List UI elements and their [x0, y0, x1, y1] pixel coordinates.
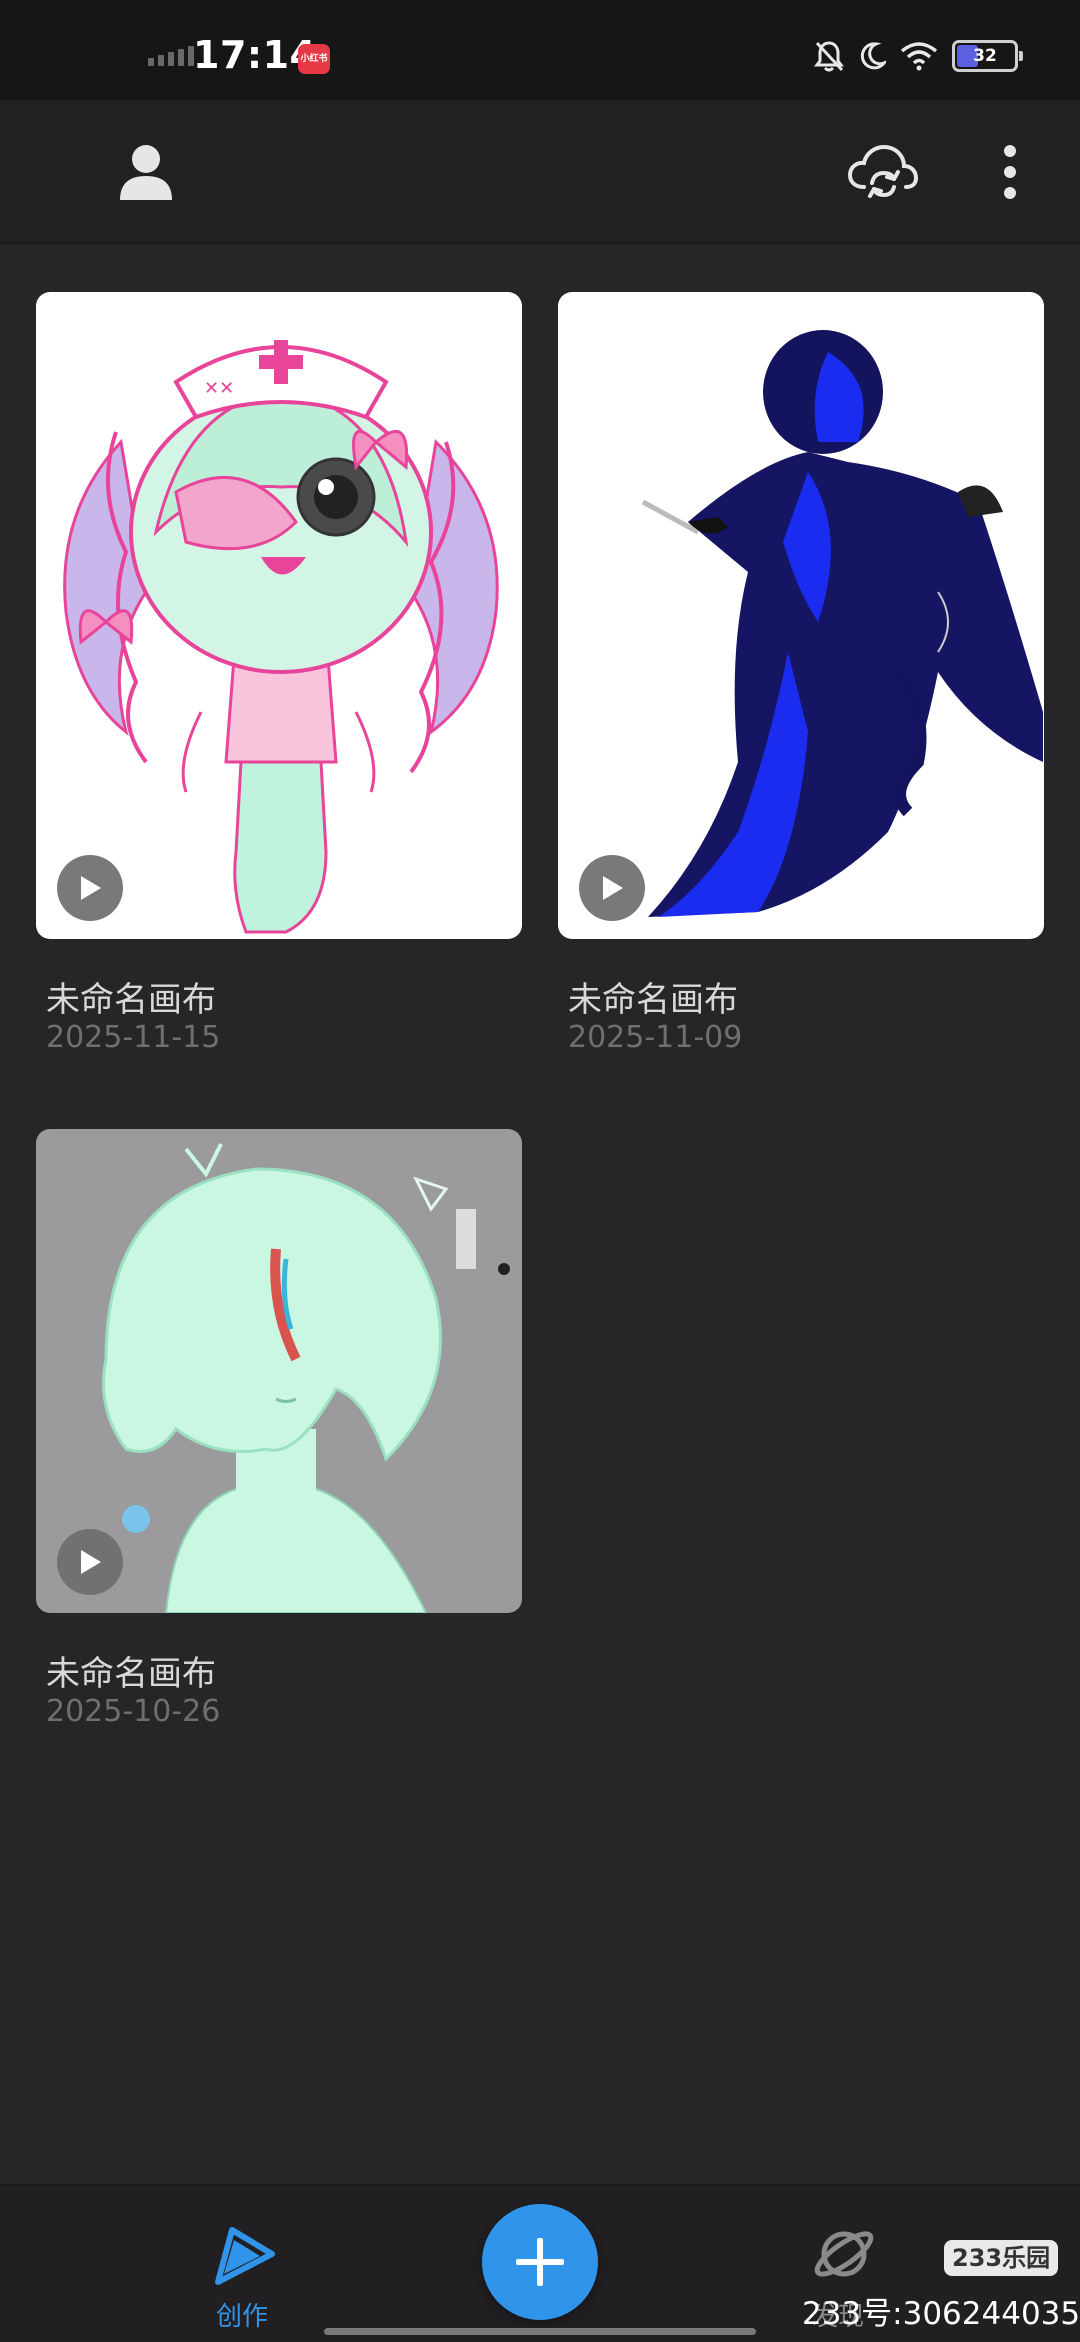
cloud-sync-icon	[847, 144, 919, 198]
signal-icon	[148, 46, 194, 66]
profile-icon	[120, 145, 172, 200]
play-timelapse-button[interactable]	[579, 855, 645, 921]
play-timelapse-button[interactable]	[57, 1529, 123, 1595]
canvas-date: 2025-11-15	[46, 1020, 221, 1055]
moon-icon	[860, 42, 886, 70]
canvas-thumbnail[interactable]: ✕✕	[36, 292, 522, 939]
watermark-logo: 233乐园	[944, 2240, 1059, 2276]
cloud-sync-button[interactable]	[838, 130, 928, 214]
profile-button[interactable]	[104, 130, 188, 214]
home-indicator[interactable]	[324, 2328, 756, 2335]
battery-icon: 32	[952, 40, 1023, 72]
app-notification-badge: 小红书	[298, 44, 330, 74]
play-timelapse-button[interactable]	[57, 855, 123, 921]
canvas-card[interactable]: 未命名画布 2025-11-09	[558, 292, 1044, 1072]
play-icon	[603, 876, 623, 900]
status-bar: 17:14 小红书 32	[0, 0, 1080, 100]
battery-level: 32	[973, 46, 997, 66]
create-brush-icon	[215, 2227, 275, 2285]
play-icon	[81, 876, 101, 900]
new-canvas-button[interactable]	[482, 2204, 598, 2320]
play-icon	[81, 1550, 101, 1574]
app-bar	[0, 100, 1080, 244]
dark-cloak-figure-drawing	[641, 330, 1043, 917]
more-options-button[interactable]	[980, 130, 1040, 214]
canvas-card[interactable]: 未命名画布 2025-10-26	[36, 1129, 522, 1749]
nurse-character-drawing: ✕✕	[63, 340, 499, 934]
watermark-text: 233号:306244035	[802, 2296, 1080, 2332]
plus-icon	[516, 2238, 564, 2286]
canvas-title: 未命名画布	[568, 980, 738, 1020]
nav-tab-create[interactable]: 创作	[190, 2196, 300, 2332]
canvas-card[interactable]: ✕✕ 未命名画布 2025-11-15	[36, 292, 522, 1072]
canvas-thumbnail[interactable]	[36, 1129, 522, 1613]
wifi-icon	[900, 42, 938, 71]
planet-icon	[814, 2231, 874, 2277]
notifications-off-icon	[814, 41, 844, 72]
nav-label-create: 创作	[216, 2302, 269, 2332]
canvas-title: 未命名画布	[46, 1654, 216, 1694]
canvas-date: 2025-11-09	[568, 1020, 743, 1055]
svg-text:✕✕: ✕✕	[204, 378, 234, 399]
canvas-date: 2025-10-26	[46, 1694, 221, 1729]
canvas-title: 未命名画布	[46, 980, 216, 1020]
more-vertical-icon	[1004, 145, 1016, 199]
canvas-thumbnail[interactable]	[558, 292, 1044, 939]
